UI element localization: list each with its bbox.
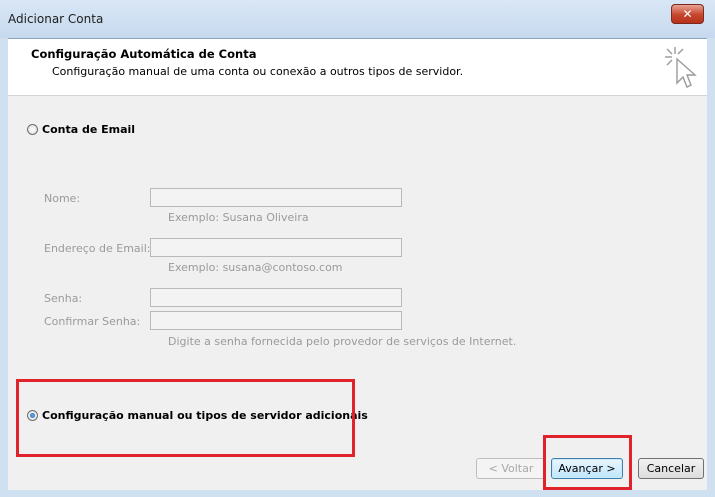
cancel-button[interactable]: Cancelar	[638, 458, 704, 479]
email-hint: Exemplo: susana@contoso.com	[168, 261, 343, 274]
password-input[interactable]	[150, 288, 402, 307]
email-account-radio[interactable]	[27, 124, 38, 135]
name-hint: Exemplo: Susana Oliveira	[168, 211, 309, 224]
password-hint: Digite a senha fornecida pelo provedor d…	[168, 335, 517, 348]
header-subtitle: Configuração manual de uma conta ou cone…	[52, 65, 464, 78]
name-input[interactable]	[150, 188, 402, 207]
cursor-sparkle-icon	[665, 47, 697, 88]
email-label: Endereço de Email:	[44, 242, 151, 255]
manual-config-label: Configuração manual ou tipos de servidor…	[42, 409, 368, 422]
add-account-dialog: Configuração Automática de Conta Configu…	[8, 38, 707, 490]
manual-config-radio[interactable]	[27, 410, 38, 421]
close-button[interactable]: ✕	[671, 4, 704, 24]
header-title: Configuração Automática de Conta	[31, 47, 257, 61]
wizard-header: Configuração Automática de Conta Configu…	[8, 39, 707, 96]
email-account-option[interactable]: Conta de Email	[27, 123, 135, 136]
email-account-label: Conta de Email	[42, 123, 136, 136]
email-input[interactable]	[150, 238, 402, 257]
back-button[interactable]: < Voltar	[476, 458, 546, 479]
window-title: Adicionar Conta	[8, 12, 104, 26]
manual-config-option[interactable]: Configuração manual ou tipos de servidor…	[27, 409, 368, 422]
close-icon: ✕	[682, 7, 693, 21]
title-bar: Adicionar Conta ✕	[0, 0, 715, 38]
confirm-password-input[interactable]	[150, 311, 402, 330]
next-button[interactable]: Avançar >	[551, 458, 623, 479]
password-label: Senha:	[44, 292, 83, 305]
confirm-password-label: Confirmar Senha:	[44, 315, 141, 328]
name-label: Nome:	[44, 192, 81, 205]
